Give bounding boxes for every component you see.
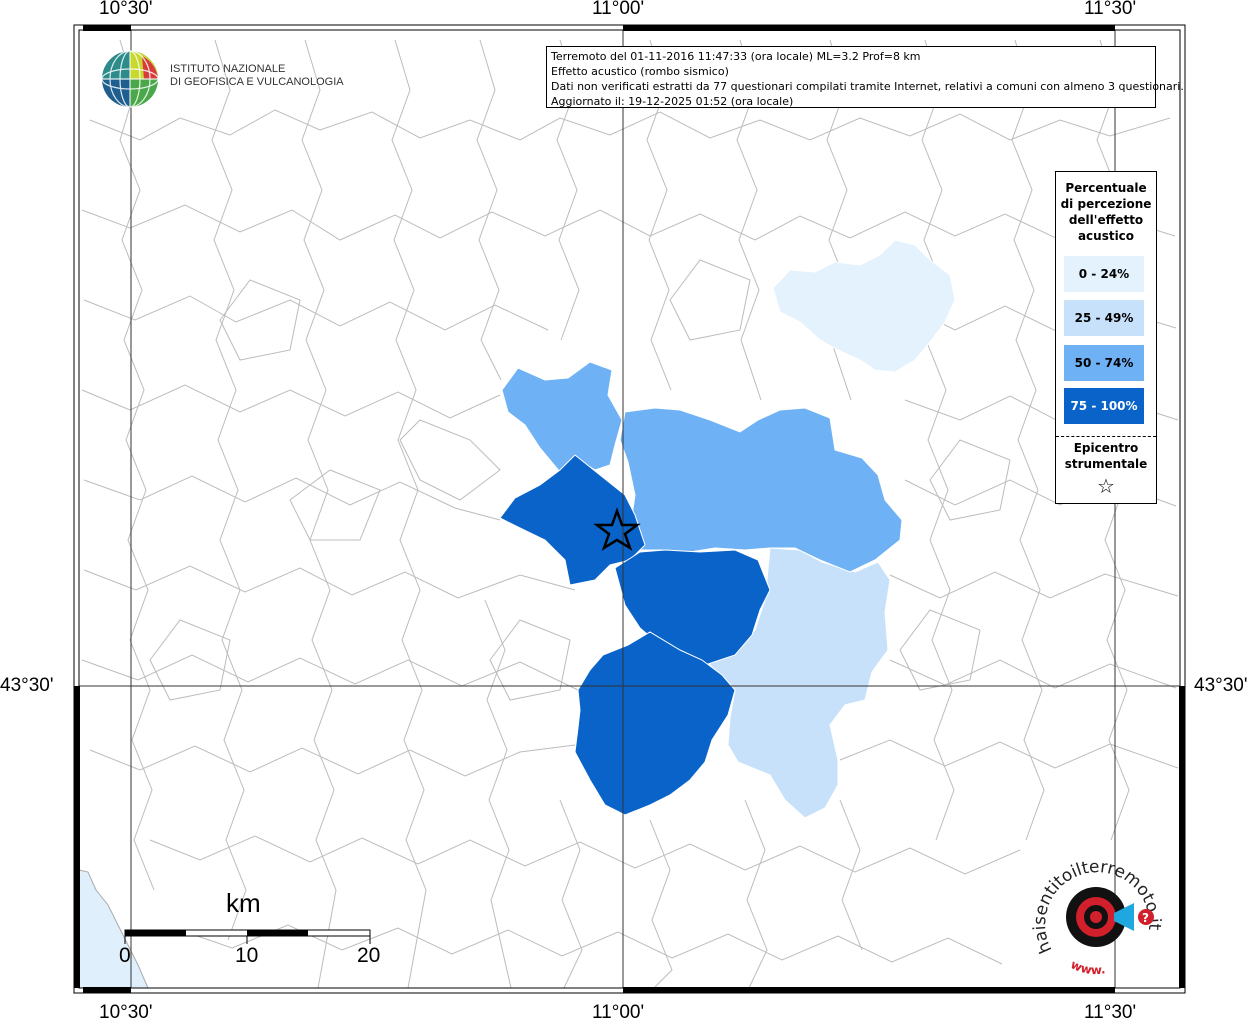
legend-item-75-100: 75 - 100% xyxy=(1064,388,1144,424)
legend: Percentuale di percezione dell'effetto a… xyxy=(1055,171,1157,504)
event-info-line2: Effetto acustico (rombo sismico) xyxy=(551,65,729,78)
ingv-logo: ISTITUTO NAZIONALE DI GEOFISICA E VULCAN… xyxy=(100,48,344,112)
legend-title: Percentuale di percezione dell'effetto a… xyxy=(1056,180,1156,244)
legend-title-line1: Percentuale xyxy=(1065,181,1147,195)
legend-title-line3: dell'effetto xyxy=(1068,213,1144,227)
legend-epicenter-line2: strumentale xyxy=(1064,457,1148,471)
ingv-name-line1: ISTITUTO NAZIONALE xyxy=(170,63,286,75)
legend-epicenter-line1: Epicentro xyxy=(1073,441,1139,455)
scale-label-0: 0 xyxy=(119,944,131,967)
lon-label-bottom-1: 10°30' xyxy=(99,1002,153,1023)
hsit-url-prefix: www. xyxy=(1069,957,1107,977)
ingv-name-line2: DI GEOFISICA E VULCANOLOGIA xyxy=(170,76,344,88)
event-info-line4: Aggiornato il: 19-12-2025 01:52 (ora loc… xyxy=(551,95,794,108)
lon-label-bottom-2: 11°00' xyxy=(592,1002,645,1023)
legend-title-line4: acustico xyxy=(1077,229,1135,243)
event-info-line1: Terremoto del 01-11-2016 11:47:33 (ora l… xyxy=(551,50,921,63)
ingv-globe-icon xyxy=(101,50,159,108)
lon-label-top-3: 11°30' xyxy=(1084,0,1137,19)
legend-item-25-49: 25 - 49% xyxy=(1064,300,1144,336)
lon-label-bottom-3: 11°30' xyxy=(1084,1002,1137,1023)
legend-separator xyxy=(1056,436,1156,437)
lon-label-top-1: 10°30' xyxy=(99,0,153,19)
lat-label-left: 43°30' xyxy=(0,675,54,696)
legend-star-icon: ☆ xyxy=(1097,474,1115,498)
legend-epicenter-label: Epicentro strumentale xyxy=(1056,440,1156,472)
hsit-logo: haisentitoilterremoto.it www. ? xyxy=(1030,857,1164,977)
legend-title-line2: di percezione xyxy=(1060,197,1152,211)
event-info-line3: Dati non verificati estratti da 77 quest… xyxy=(551,80,1184,93)
lat-label-right: 43°30' xyxy=(1194,675,1248,696)
legend-item-50-74: 50 - 74% xyxy=(1064,345,1144,381)
scale-unit: km xyxy=(226,888,261,918)
svg-text:?: ? xyxy=(1142,911,1149,925)
lon-label-top-2: 11°00' xyxy=(592,0,645,19)
scale-label-10: 10 xyxy=(235,944,259,967)
event-info-box: Terremoto del 01-11-2016 11:47:33 (ora l… xyxy=(546,46,1184,108)
legend-item-0-24: 0 - 24% xyxy=(1064,256,1144,292)
scale-label-20: 20 xyxy=(357,944,381,967)
